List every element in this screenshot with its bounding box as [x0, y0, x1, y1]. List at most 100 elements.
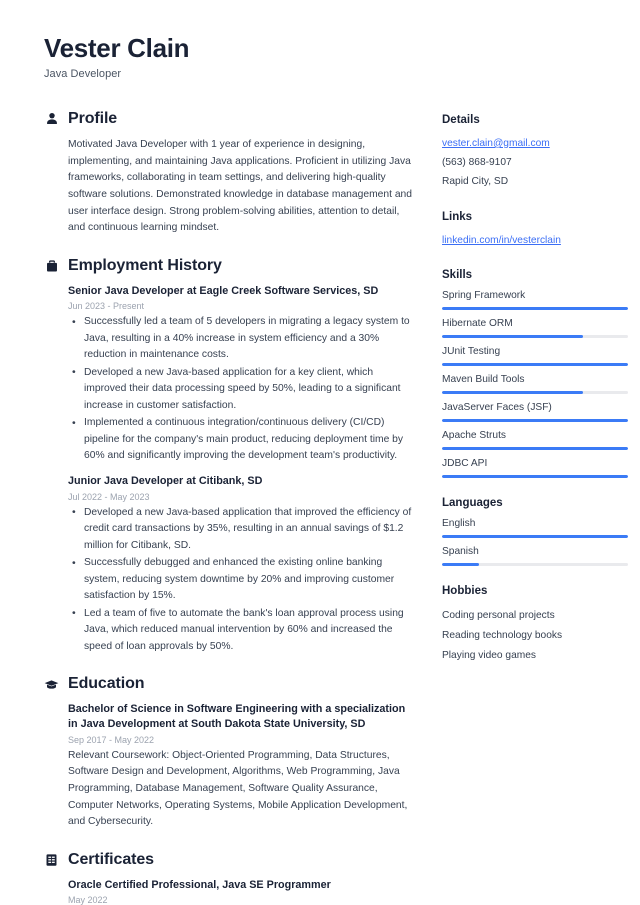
skill-label: Hibernate ORM	[442, 318, 513, 330]
skill-bar-fill	[442, 335, 584, 339]
section-body-certificates: Oracle Certified Professional, Java SE P…	[44, 878, 416, 905]
skill-label: JavaServer Faces (JSF)	[442, 402, 552, 414]
section-profile: Profile Motivated Java Developer with 1 …	[44, 110, 416, 237]
location-value: Rapid City, SD	[442, 175, 509, 187]
section-header-education: Education	[44, 675, 416, 693]
hobby-item: Playing video games	[442, 650, 537, 662]
skill-bar-track	[442, 363, 628, 367]
section-title-certificates: Certificates	[68, 851, 154, 869]
skill-row: JDBC API	[442, 458, 628, 479]
certificate-title: Oracle Certified Professional, Java SE P…	[68, 879, 331, 892]
education-date: Sep 2017 - May 2022	[68, 734, 155, 745]
briefcase-icon	[44, 258, 59, 273]
employment-bullets: Successfully led a team of 5 developers …	[68, 314, 416, 464]
section-certificates: Certificates Oracle Certified Profession…	[44, 851, 416, 905]
skill-bar-fill	[442, 419, 628, 423]
skill-row: Spring Framework	[442, 290, 628, 311]
section-employment: Employment History Senior Java Developer…	[44, 257, 416, 655]
profile-text: Motivated Java Developer with 1 year of …	[68, 138, 413, 234]
employment-date: Jun 2023 - Present	[68, 301, 145, 312]
skill-label: Spring Framework	[442, 290, 526, 302]
skill-bar-fill	[442, 307, 628, 311]
sidebar-links: Links linkedin.com/in/vesterclain	[442, 211, 628, 251]
section-body-profile: Motivated Java Developer with 1 year of …	[44, 137, 416, 237]
candidate-job-title: Java Developer	[44, 67, 122, 80]
bullet-item: Developed a new Java-based application t…	[68, 504, 416, 554]
linkedin-link[interactable]: linkedin.com/in/vesterclain	[442, 232, 628, 251]
skill-bar-track	[442, 335, 628, 339]
section-title-employment: Employment History	[68, 256, 222, 274]
skill-bar-fill	[442, 363, 628, 367]
section-header-profile: Profile	[44, 110, 416, 128]
bullet-item: Successfully led a team of 5 developers …	[68, 314, 416, 363]
education-description: Relevant Coursework: Object-Oriented Pro…	[68, 749, 408, 828]
employment-entry: Senior Java Developer at Eagle Creek Sof…	[68, 284, 416, 465]
section-education: Education Bachelor of Science in Softwar…	[44, 675, 416, 831]
certificate-date: May 2022	[68, 895, 108, 905]
employment-job-title: Senior Java Developer at Eagle Creek Sof…	[68, 284, 379, 297]
sidebar-column: Details vester.clain@gmail.com (563) 868…	[442, 110, 628, 685]
skill-label: JDBC API	[442, 458, 488, 470]
clipboard-icon	[44, 853, 59, 868]
bullet-item: Developed a new Java-based application f…	[68, 364, 416, 414]
graduation-cap-icon	[44, 677, 59, 692]
sidebar-title-links: Links	[442, 210, 473, 223]
education-degree: Bachelor of Science in Software Engineer…	[68, 703, 406, 731]
skill-bar-track	[442, 419, 628, 423]
language-row: Spanish	[442, 546, 628, 567]
section-header-certificates: Certificates	[44, 851, 416, 869]
person-icon	[44, 111, 59, 126]
section-header-employment: Employment History	[44, 257, 416, 275]
skill-bar-track	[442, 447, 628, 451]
certificate-entry: Oracle Certified Professional, Java SE P…	[68, 878, 416, 905]
section-title-profile: Profile	[68, 109, 118, 127]
language-label: Spanish	[442, 546, 479, 558]
skill-bar-track	[442, 307, 628, 311]
skill-bar-fill	[442, 391, 584, 395]
bullet-item: Led a team of five to automate the bank'…	[68, 605, 416, 655]
section-body-education: Bachelor of Science in Software Engineer…	[44, 702, 416, 831]
language-row: English	[442, 518, 628, 539]
resume-page: Vester Clain Java Developer Profile Moti…	[0, 0, 640, 905]
employment-bullets: Developed a new Java-based application t…	[68, 504, 416, 655]
skill-bar-fill	[442, 447, 628, 451]
sidebar-skills: Skills Spring Framework Hibernate ORM JU…	[442, 269, 628, 479]
resume-body: Profile Motivated Java Developer with 1 …	[44, 110, 628, 905]
employment-job-title: Junior Java Developer at Citibank, SD	[68, 475, 263, 488]
skill-row: Apache Struts	[442, 430, 628, 451]
skill-bar-fill	[442, 475, 628, 479]
email-link[interactable]: vester.clain@gmail.com	[442, 135, 628, 154]
skill-bar-track	[442, 475, 628, 479]
bullet-item: Implemented a continuous integration/con…	[68, 415, 416, 464]
skill-row: JavaServer Faces (JSF)	[442, 402, 628, 423]
language-bar-track	[442, 535, 628, 539]
skill-label: Apache Struts	[442, 430, 506, 442]
sidebar-title-details: Details	[442, 113, 480, 126]
resume-header: Vester Clain Java Developer	[44, 33, 610, 80]
language-bar-track	[442, 563, 628, 567]
bullet-item: Successfully debugged and enhanced the e…	[68, 555, 416, 604]
skill-row: Maven Build Tools	[442, 374, 628, 395]
skill-row: JUnit Testing	[442, 346, 628, 367]
candidate-name: Vester Clain	[44, 33, 190, 63]
sidebar-title-skills: Skills	[442, 269, 473, 282]
language-label: English	[442, 518, 476, 530]
main-column: Profile Motivated Java Developer with 1 …	[44, 110, 416, 905]
sidebar-languages: Languages English Spanish	[442, 497, 628, 567]
hobby-item: Coding personal projects	[442, 610, 555, 622]
employment-date: Jul 2022 - May 2023	[68, 491, 150, 502]
employment-entry: Junior Java Developer at Citibank, SD Ju…	[68, 474, 416, 655]
section-body-employment: Senior Java Developer at Eagle Creek Sof…	[44, 284, 416, 655]
education-entry: Bachelor of Science in Software Engineer…	[68, 702, 416, 831]
phone-value: (563) 868-9107	[442, 156, 512, 168]
sidebar-hobbies: Hobbies Coding personal projects Reading…	[442, 585, 628, 666]
section-title-education: Education	[68, 675, 145, 693]
skill-bar-track	[442, 391, 628, 395]
skill-label: Maven Build Tools	[442, 374, 525, 386]
skill-row: Hibernate ORM	[442, 318, 628, 339]
sidebar-title-languages: Languages	[442, 497, 503, 510]
skill-label: JUnit Testing	[442, 346, 501, 358]
language-bar-fill	[442, 535, 628, 539]
language-bar-fill	[442, 563, 480, 567]
sidebar-title-hobbies: Hobbies	[442, 585, 488, 598]
